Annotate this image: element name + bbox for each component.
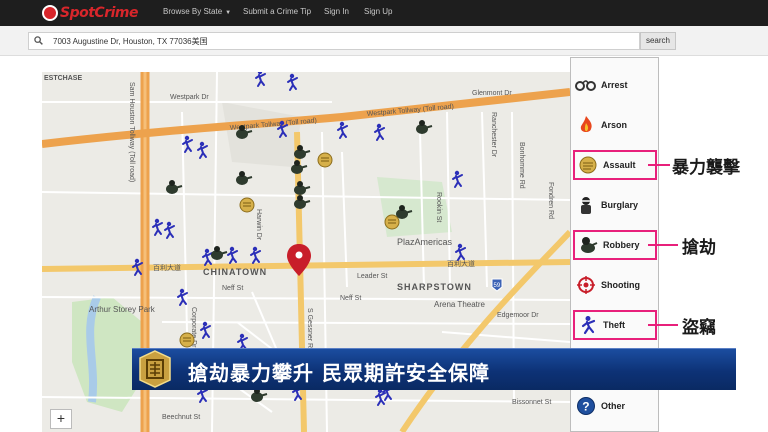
robbery-marker — [210, 245, 228, 261]
theft-marker — [202, 247, 213, 266]
nav-sign-up[interactable]: Sign Up — [364, 7, 392, 16]
theft-marker — [182, 134, 193, 153]
callout-line-assault — [648, 164, 670, 166]
map-label-harwin: Harwin Dr — [255, 209, 262, 241]
robbery-marker — [415, 119, 433, 135]
nav-browse-label: Browse By State — [163, 7, 223, 16]
spotcrime-logo[interactable]: SpotCrime — [42, 3, 138, 23]
legend-item-arrest[interactable]: Arrest — [573, 70, 657, 100]
theft-marker — [337, 120, 348, 139]
legend-item-arson[interactable]: Arson — [573, 110, 657, 140]
map-label-plazamericas: PlazAmericas — [397, 237, 453, 247]
legend-item-assault[interactable]: Assault — [573, 150, 657, 180]
robber-icon — [577, 234, 599, 256]
theft-marker — [455, 242, 466, 261]
robbery-marker — [290, 159, 308, 175]
map-label-rookin: Rookin St — [435, 192, 442, 222]
hwy-59-label: 59 — [494, 283, 501, 289]
burglar-icon — [575, 194, 597, 216]
top-navbar: SpotCrime Browse By State ▼ Submit a Crim… — [0, 0, 768, 26]
assault-marker — [179, 332, 195, 348]
theft-marker — [255, 72, 266, 87]
assault-marker — [239, 197, 255, 213]
caret-down-icon: ▼ — [225, 10, 232, 16]
handcuffs-icon — [575, 74, 597, 96]
map-label-chase: ESTCHASE — [44, 75, 82, 82]
callout-assault: 暴力襲擊 — [672, 158, 740, 178]
assault-marker — [317, 152, 333, 168]
robbery-marker — [165, 179, 183, 195]
map-label-bissonnet: Bissonnet St — [512, 399, 551, 406]
map-label-bellaire-cn: 百利大道 — [153, 263, 181, 272]
nav-browse-by-state[interactable]: Browse By State ▼ — [163, 7, 231, 16]
legend-label-robbery: Robbery — [603, 240, 640, 250]
map-label-chinatown: CHINATOWN — [203, 267, 267, 277]
legend-item-robbery[interactable]: Robbery — [573, 230, 657, 260]
legend-item-burglary[interactable]: Burglary — [573, 190, 657, 220]
theft-marker — [197, 140, 208, 159]
legend-label-burglary: Burglary — [601, 200, 639, 210]
theft-marker — [250, 245, 261, 264]
legend-label-arrest: Arrest — [601, 80, 628, 90]
map-label-ranchester: Ranchester Dr — [490, 112, 497, 158]
theft-marker — [152, 217, 163, 236]
search-bar: search — [0, 26, 768, 56]
location-pin-icon[interactable] — [287, 244, 311, 276]
theft-marker — [200, 320, 211, 339]
callout-theft: 盜竊 — [682, 318, 716, 338]
map-label-fondren: Fondren Rd — [547, 182, 554, 219]
map-label-bellaire-cn-east: 百利大道 — [447, 259, 475, 268]
map-label-sam-houston: Sam Houston Tollway (Toll road) — [128, 82, 135, 182]
legend-label-assault: Assault — [603, 160, 636, 170]
fist-icon — [577, 154, 599, 176]
theft-marker — [287, 72, 298, 91]
theft-marker — [452, 169, 463, 188]
legend-item-shooting[interactable]: Shooting — [573, 270, 657, 300]
nav-submit-tip[interactable]: Submit a Crime Tip — [243, 7, 311, 16]
callout-line-robbery — [648, 244, 678, 246]
crosshair-icon — [575, 274, 597, 296]
legend-item-theft[interactable]: Theft — [573, 310, 657, 340]
svg-text:?: ? — [582, 400, 589, 414]
search-input[interactable] — [53, 33, 633, 49]
search-button[interactable]: search — [640, 32, 676, 50]
ntd-channel-logo-icon — [139, 350, 171, 388]
hwy-59-shield: 59 — [491, 278, 503, 292]
legend-item-other[interactable]: ? Other — [573, 391, 657, 421]
legend-label-shooting: Shooting — [601, 280, 640, 290]
map-label-leader-st: Leader St — [357, 273, 387, 280]
legend-label-theft: Theft — [603, 320, 625, 330]
robbery-marker — [235, 170, 253, 186]
map-label-glenmont: Glenmont Dr — [472, 90, 512, 97]
theft-marker — [227, 245, 238, 264]
map-label-neff-st: Neff St — [222, 285, 243, 292]
block-area — [222, 102, 302, 167]
ticker-headline: 搶劫暴力攀升 民眾期許安全保障 — [188, 361, 490, 385]
map-label-arthur-storey: Arthur Storey Park — [89, 305, 156, 314]
map-label-s-gessner: S Gessner Rd — [306, 308, 313, 352]
question-icon: ? — [575, 395, 597, 417]
search-icon — [34, 36, 43, 45]
theft-marker — [374, 122, 385, 141]
running-thief-icon — [577, 314, 599, 336]
fire-icon — [575, 114, 597, 136]
map-label-arena-theatre: Arena Theatre — [434, 300, 486, 309]
legend-label-arson: Arson — [601, 120, 628, 130]
logo-mark-icon — [42, 5, 58, 21]
nav-sign-in[interactable]: Sign In — [324, 7, 349, 16]
map-label-westpark-dr: Westpark Dr — [170, 94, 209, 101]
map-label-neff-st-east: Neff St — [340, 295, 361, 302]
assault-marker — [384, 214, 400, 230]
legend-label-other: Other — [601, 401, 626, 411]
map-label-edgemoor: Edgemoor Dr — [497, 312, 539, 319]
theft-marker — [164, 220, 175, 239]
logo-text: SpotCrime — [60, 5, 138, 21]
map-label-bonhomme: Bonhomme Rd — [518, 142, 525, 189]
zoom-in-button[interactable]: + — [50, 409, 72, 429]
map-label-beechnut: Beechnut St — [162, 414, 200, 421]
callout-robbery: 搶劫 — [682, 238, 716, 258]
map-label-sharpstown: SHARPSTOWN — [397, 282, 472, 292]
callout-line-theft — [648, 324, 678, 326]
search-box[interactable] — [28, 32, 640, 50]
